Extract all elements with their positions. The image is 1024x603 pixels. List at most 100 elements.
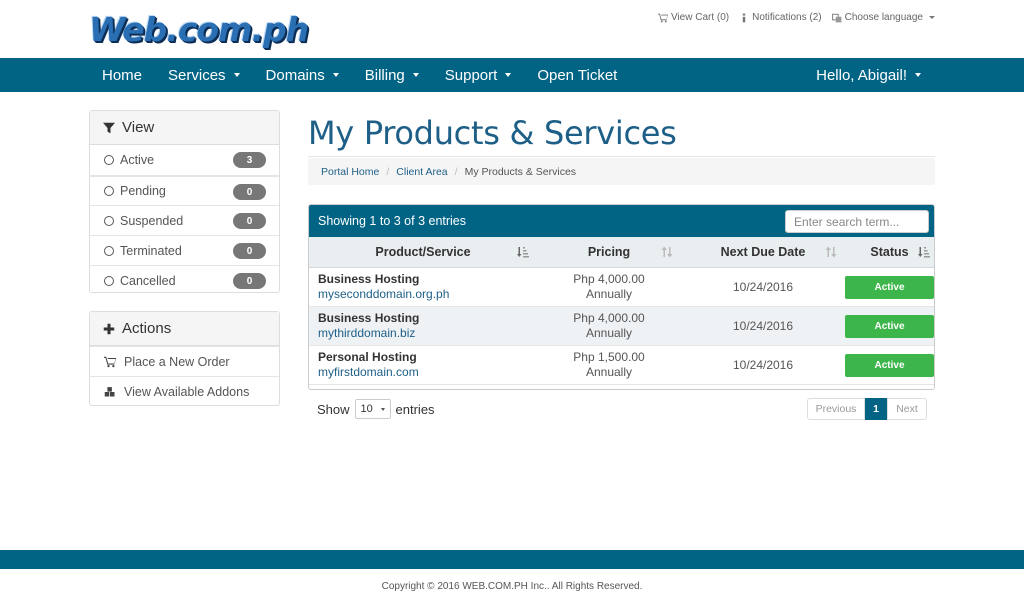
status-filter-list: Active 3 Pending 0 Suspended 0 Terminated 0 Canc… [90,145,279,295]
chevron-down-icon [505,73,512,77]
due-date-cell: 10/24/2016 [681,346,845,384]
column-header-product[interactable]: Product/Service [309,237,537,267]
user-menu[interactable]: Hello, Abigail! [816,58,921,92]
top-links: View Cart (0) Notifications (2) Choose l… [657,12,935,23]
nav-item-billing[interactable]: Billing [365,67,419,84]
due-date: 10/24/2016 [732,280,794,294]
language-label: Choose language [844,12,923,23]
language-icon [831,13,841,22]
place-new-order-link[interactable]: Place a New Order [90,346,279,376]
chevron-down-icon [915,73,921,77]
sort-amount-icon [517,247,529,258]
filter-pending[interactable]: Pending 0 [90,175,279,205]
status-badge[interactable]: Active [845,275,934,299]
filter-suspended[interactable]: Suspended 0 [90,205,279,235]
table-toolbar: Showing 1 to 3 of 3 entries [309,205,934,237]
table-header: Product/Service Pricing Next Due Date St… [309,237,934,268]
nav-item-label: Domains [265,66,325,84]
breadcrumb-separator: / [386,165,390,178]
radio-icon [104,275,114,286]
nav-item-label: Support [444,66,498,84]
due-date-cell: 10/24/2016 [681,307,845,345]
view-cart-label: View Cart (0) [670,12,730,23]
due-date: 10/24/2016 [732,358,794,372]
table-body: Business Hosting myseconddomain.org.ph Php… [309,268,934,385]
nav-item-label: Home [102,66,143,84]
chevron-down-icon [929,16,935,19]
page-length-select[interactable]: 10 [354,399,391,419]
page-length-value: 10 [360,403,373,415]
page-length-control: Show 10 entries [317,399,435,419]
nav-item-label: Open Ticket [537,66,618,84]
product-domain-link[interactable]: myfirstdomain.com [318,365,537,380]
breadcrumb-client-area[interactable]: Client Area [396,166,447,178]
pricing-cell: Php 1,500.00 Annually [537,346,681,384]
status-cell: Active [845,268,934,306]
filter-cancelled[interactable]: Cancelled 0 [90,265,279,295]
status-badge[interactable]: Active [845,314,934,338]
title-divider [308,156,935,157]
view-heading-label: View [122,119,155,136]
view-cart-link[interactable]: View Cart (0) [657,12,730,23]
breadcrumb: Portal Home / Client Area / My Products … [308,158,935,185]
nav-item-services[interactable]: Services [168,67,240,84]
price-amount: Php 1,500.00 [573,350,645,364]
plus-icon [103,323,115,334]
status-cell: Active [845,307,934,345]
actions-panel-heading: Actions [90,312,279,346]
product-domain-link[interactable]: myseconddomain.org.ph [318,287,537,302]
chevron-down-icon [233,73,240,77]
cubes-icon [104,386,115,396]
price-amount: Php 4,000.00 [573,311,645,325]
view-addons-link[interactable]: View Available Addons [90,376,279,406]
count-badge: 0 [233,273,266,289]
table-row[interactable]: Business Hosting mythirddomain.biz Php 4,0… [309,307,934,346]
entries-label: entries [395,401,435,417]
pagination: Previous 1 Next [807,398,927,420]
column-header-due-date[interactable]: Next Due Date [681,237,845,267]
count-badge: 3 [233,152,266,168]
nav-item-support[interactable]: Support [445,67,512,84]
chevron-down-icon [332,73,339,77]
product-cell: Business Hosting mythirddomain.biz [309,307,537,345]
table-row[interactable]: Personal Hosting myfirstdomain.com Php 1,5… [309,346,934,385]
column-header-label: Status [870,245,909,259]
due-date-cell: 10/24/2016 [681,268,845,306]
nav-item-open-ticket[interactable]: Open Ticket [537,67,617,84]
pricing-cell: Php 4,000.00 Annually [537,307,681,345]
price-amount: Php 4,000.00 [573,272,645,286]
nav-item-domains[interactable]: Domains [266,67,339,84]
actions-panel: Actions Place a New Order View Available… [89,311,280,406]
status-badge[interactable]: Active [845,353,934,377]
view-addons-label: View Available Addons [124,384,250,399]
page-1-button[interactable]: 1 [865,398,887,420]
notifications-link[interactable]: Notifications (2) [739,12,822,23]
nav-item-label: Billing [364,66,405,84]
user-greeting: Hello, Abigail! [816,66,907,84]
breadcrumb-separator: / [454,165,458,178]
footer-bar [0,550,1024,569]
due-date: 10/24/2016 [732,319,794,333]
place-new-order-label: Place a New Order [124,354,230,369]
column-header-pricing[interactable]: Pricing [537,237,681,267]
filter-terminated[interactable]: Terminated 0 [90,235,279,265]
search-input[interactable] [785,210,929,233]
product-domain-link[interactable]: mythirddomain.biz [318,326,537,341]
product-name: Business Hosting [318,272,420,286]
table-row[interactable]: Business Hosting myseconddomain.org.ph Php… [309,268,934,307]
previous-page-button[interactable]: Previous [807,398,865,420]
language-selector[interactable]: Choose language [831,12,935,23]
breadcrumb-current: My Products & Services [464,165,577,178]
site-logo[interactable]: Web.com.ph [89,10,309,49]
actions-heading-label: Actions [122,320,172,337]
filter-label: Suspended [120,213,184,228]
radio-icon [104,155,114,165]
filter-active[interactable]: Active 3 [90,145,279,175]
column-header-status[interactable]: Status [845,237,934,267]
nav-item-home[interactable]: Home [102,67,142,84]
filter-icon [103,122,115,133]
breadcrumb-portal-home[interactable]: Portal Home [321,166,379,178]
radio-icon [104,215,114,226]
next-page-button[interactable]: Next [887,398,927,420]
view-panel-heading: View [90,111,279,145]
